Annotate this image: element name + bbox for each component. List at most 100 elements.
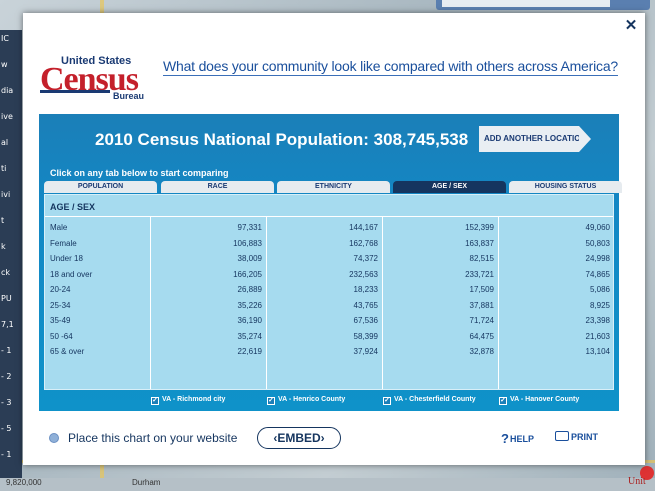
print-label: PRINT xyxy=(571,432,598,442)
tab-housing-status[interactable]: HOUSING STATUS xyxy=(509,181,622,193)
table-header: AGE / SEX xyxy=(45,195,613,217)
table-cell: 82,515 xyxy=(469,254,494,263)
checkbox-icon[interactable]: ✓ xyxy=(499,397,507,405)
table-cell: 58,399 xyxy=(353,331,378,341)
background-side-label: - 2 xyxy=(1,372,12,381)
checkbox-icon[interactable]: ✓ xyxy=(151,397,159,405)
question-icon: ? xyxy=(501,431,509,446)
table-cell: 37,881 xyxy=(469,300,494,310)
table-cell: 233,721 xyxy=(465,269,494,279)
instructions: Click on any tab below to start comparin… xyxy=(50,168,229,178)
table-cell: 17,509 xyxy=(469,285,494,294)
tab-age-sex[interactable]: AGE / SEX xyxy=(393,181,506,193)
background-side-label: IC xyxy=(1,34,9,43)
table-cell: 26,889 xyxy=(237,285,262,294)
table-cell: 36,190 xyxy=(237,316,262,325)
location-label-1[interactable]: ✓ VA - Richmond city xyxy=(151,396,225,405)
close-icon[interactable]: ✕ xyxy=(623,18,639,34)
embed-button-label: EMBED xyxy=(277,431,321,445)
checkbox-icon[interactable]: ✓ xyxy=(383,397,391,405)
row-label: Female xyxy=(50,238,77,248)
background-side-label: al xyxy=(1,138,9,147)
embed-row: Place this chart on your website ‹EMBED› xyxy=(47,427,347,449)
row-label: Under 18 xyxy=(50,254,83,263)
table-cell: 8,925 xyxy=(589,300,610,310)
column-divider xyxy=(382,217,383,389)
row-label: 35-49 xyxy=(50,316,71,325)
comparison-modal: ✕ United States Census Bureau What does … xyxy=(23,13,645,465)
table-cell: 232,563 xyxy=(349,269,378,279)
column-divider xyxy=(150,217,151,389)
table-cell: 50,803 xyxy=(585,238,610,248)
row-label: 20-24 xyxy=(50,285,71,294)
table-cell: 97,331 xyxy=(237,223,262,232)
background-city-label: Durham xyxy=(132,478,161,487)
table-cell: 22,619 xyxy=(237,347,262,356)
table-cell: 67,536 xyxy=(353,316,378,325)
table-cell: 23,398 xyxy=(585,316,610,325)
tab-population[interactable]: POPULATION xyxy=(44,181,157,193)
table-cell: 21,603 xyxy=(585,331,610,341)
location-name: VA - Richmond city xyxy=(162,396,226,403)
table-cell: 106,883 xyxy=(233,238,262,248)
background-side-label: 7,1 xyxy=(1,320,14,329)
add-location-button[interactable]: ADD ANOTHER LOCATION xyxy=(479,126,591,152)
background-scale-label: 9,820,000 xyxy=(6,478,42,487)
census-logo: United States Census Bureau xyxy=(37,55,155,101)
table-cell: 32,878 xyxy=(469,347,494,356)
column-divider xyxy=(498,217,499,389)
background-sidebar: IC w dia ive al ti ivi t k ck PU 7,1 - 1 - 2 - 3 - 5 - 1 xyxy=(0,30,22,491)
background-side-label: ivi xyxy=(1,190,11,199)
location-label-3[interactable]: ✓ VA - Chesterfield County xyxy=(383,396,476,405)
location-name: VA - Hanover County xyxy=(510,396,580,403)
table-cell: 35,226 xyxy=(237,300,262,310)
table-cell: 13,104 xyxy=(585,347,610,356)
panel-title: 2010 Census National Population: 308,745… xyxy=(95,130,469,149)
checkbox-icon[interactable]: ✓ xyxy=(267,397,275,405)
background-side-label: dia xyxy=(1,86,14,95)
row-label: 50 -64 xyxy=(50,331,73,341)
embed-button[interactable]: ‹EMBED› xyxy=(257,427,341,449)
background-side-label: - 1 xyxy=(1,450,12,459)
background-side-label: - 3 xyxy=(1,398,12,407)
table-cell: 5,086 xyxy=(589,285,610,294)
table-cell: 24,998 xyxy=(585,254,610,263)
row-label: 18 and over xyxy=(50,269,93,279)
tab-race[interactable]: RACE xyxy=(161,181,274,193)
column-divider xyxy=(266,217,267,389)
table-cell: 43,765 xyxy=(353,300,378,310)
table-cell: 18,233 xyxy=(353,285,378,294)
tab-ethnicity[interactable]: ETHNICITY xyxy=(277,181,390,193)
data-table: AGE / SEX Male 97,331 144,167 152,399 49,060… xyxy=(44,194,614,390)
location-label-4[interactable]: ✓ VA - Hanover County xyxy=(499,396,579,405)
table-cell: 74,865 xyxy=(585,269,610,279)
table-cell: 49,060 xyxy=(585,223,610,232)
table-cell: 166,205 xyxy=(233,269,262,279)
background-search-bar xyxy=(436,0,650,10)
table-cell: 64,475 xyxy=(469,331,494,341)
background-side-label: - 5 xyxy=(1,424,12,433)
row-label: Male xyxy=(50,223,68,232)
comparison-panel: 2010 Census National Population: 308,745… xyxy=(39,114,622,411)
embed-text: Place this chart on your website xyxy=(68,431,238,445)
background-side-label: k xyxy=(1,242,6,251)
table-cell: 163,837 xyxy=(465,238,494,248)
background-right-label: Unit xyxy=(628,476,646,487)
tab-bar: POPULATION RACE ETHNICITY AGE / SEX HOUS… xyxy=(44,181,622,193)
logo-bureau: Bureau xyxy=(113,91,145,101)
location-name: VA - Chesterfield County xyxy=(394,396,476,403)
background-side-label: ti xyxy=(1,164,7,173)
table-cell: 37,924 xyxy=(353,347,378,356)
table-cell: 152,399 xyxy=(465,223,494,232)
help-link[interactable]: ?HELP xyxy=(501,431,534,446)
help-label: HELP xyxy=(509,434,534,444)
embed-radio[interactable] xyxy=(49,433,59,443)
location-label-2[interactable]: ✓ VA - Henrico County xyxy=(267,396,345,405)
table-title: AGE / SEX xyxy=(50,202,96,212)
logo-bar xyxy=(40,90,110,93)
row-label: 25-34 xyxy=(50,300,71,310)
background-side-label: ck xyxy=(1,268,11,277)
print-link[interactable]: PRINT xyxy=(555,431,598,442)
background-side-label: w xyxy=(1,60,8,69)
background-side-label: - 1 xyxy=(1,346,12,355)
